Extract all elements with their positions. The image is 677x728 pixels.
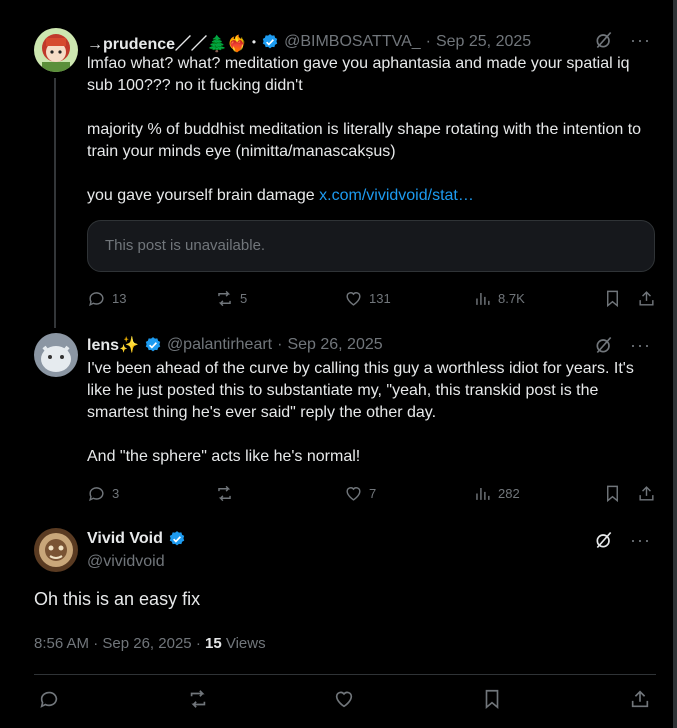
- post-date[interactable]: Sep 25, 2025: [436, 33, 531, 51]
- reply-icon: [89, 486, 104, 501]
- date-separator: ·: [277, 336, 283, 353]
- views-separator: ·: [195, 635, 201, 652]
- verified-badge-icon: [169, 531, 185, 546]
- post-date[interactable]: Sep 26, 2025: [287, 336, 382, 354]
- reply-post-lens[interactable]: lens✨ @palantirheart · Sep 26, 2025 ··· …: [0, 320, 673, 520]
- date-separator: ·: [425, 33, 431, 50]
- like-button[interactable]: 7: [344, 482, 376, 504]
- post-body: lmfao what? what? meditation gave you ap…: [87, 53, 657, 207]
- avatar-vividvoid[interactable]: [34, 528, 78, 572]
- user-handle[interactable]: @BIMBOSATTVA_: [284, 33, 421, 51]
- post-meta: 8:56 AM · Sep 26, 2025 · 15 Views: [34, 635, 266, 652]
- more-icon[interactable]: ···: [630, 31, 651, 49]
- views-count: 8.7K: [498, 290, 525, 306]
- main-post-text: Oh this is an easy fix: [34, 589, 201, 609]
- thread-line: [54, 78, 56, 328]
- action-bar: 3 7 282: [87, 482, 657, 504]
- post-link[interactable]: x.com/vividvoid/stat…: [319, 187, 474, 204]
- divider: [34, 674, 656, 675]
- grok-icon[interactable]: [594, 30, 614, 50]
- reply-icon: [89, 291, 104, 306]
- grok-icon[interactable]: [594, 530, 614, 550]
- views-icon: [476, 292, 490, 305]
- reply-icon[interactable]: [38, 688, 60, 710]
- post-header: →prudence／／🌲❤️‍🔥 • @BIMBOSATTVA_ · Sep 2…: [87, 30, 531, 54]
- post-top-icons: ···: [594, 30, 651, 50]
- post-body: I've been ahead of the curve by calling …: [87, 358, 657, 468]
- main-post-name-row: Vivid Void: [87, 530, 186, 548]
- post-header: lens✨ @palantirheart · Sep 26, 2025: [87, 335, 383, 355]
- post-paragraph-last: you gave yourself brain damage x.com/viv…: [87, 185, 657, 207]
- share-button[interactable]: [637, 482, 656, 504]
- display-name[interactable]: lens✨: [87, 335, 139, 355]
- bookmark-icon[interactable]: [481, 688, 503, 710]
- like-button[interactable]: 131: [344, 287, 391, 309]
- post-text: you gave yourself brain damage: [87, 187, 320, 204]
- avatar-prudence[interactable]: [34, 28, 78, 72]
- quoted-post-unavailable: This post is unavailable.: [87, 220, 655, 272]
- share-icon: [639, 290, 654, 306]
- like-count: 131: [369, 290, 391, 306]
- user-handle[interactable]: @palantirheart: [167, 336, 272, 354]
- avatar-lens[interactable]: [34, 333, 78, 377]
- share-button[interactable]: [637, 287, 656, 309]
- like-icon: [346, 486, 361, 501]
- main-action-bar: [34, 688, 656, 714]
- reply-count: 3: [112, 485, 120, 501]
- display-name[interactable]: →prudence／／🌲❤️‍🔥: [87, 30, 247, 54]
- bookmark-icon: [607, 485, 618, 502]
- bookmark-icon: [607, 290, 618, 307]
- verified-badge-icon: [145, 337, 161, 352]
- more-icon[interactable]: ···: [630, 531, 651, 549]
- bookmark-button[interactable]: [603, 287, 622, 309]
- views-icon: [476, 487, 490, 500]
- share-icon: [639, 485, 654, 501]
- post-paragraph: lmfao what? what? meditation gave you ap…: [87, 55, 630, 94]
- like-icon[interactable]: [333, 688, 355, 710]
- views-count: 282: [498, 485, 520, 501]
- more-icon[interactable]: ···: [630, 336, 651, 354]
- reply-button[interactable]: 3: [87, 482, 119, 504]
- like-icon: [346, 291, 361, 306]
- reply-count: 13: [112, 290, 127, 306]
- like-count: 7: [369, 485, 377, 501]
- post-top-icons: ···: [594, 530, 651, 550]
- repost-icon[interactable]: [187, 688, 209, 710]
- share-icon[interactable]: [629, 688, 651, 710]
- quote-unavailable-text: This post is unavailable.: [105, 237, 266, 254]
- action-bar: 13 5 131 8.7K: [87, 287, 657, 309]
- user-handle[interactable]: @vividvoid: [87, 553, 165, 571]
- views-count: 15: [204, 635, 222, 652]
- post-paragraph: I've been ahead of the curve by calling …: [87, 360, 634, 421]
- repost-icon: [218, 290, 231, 306]
- post-paragraph: And "the sphere" acts like he's normal!: [87, 448, 361, 465]
- bookmark-button[interactable]: [603, 482, 622, 504]
- repost-button[interactable]: [215, 482, 240, 504]
- repost-button[interactable]: 5: [215, 287, 247, 309]
- post-paragraph: majority % of buddhist meditation is lit…: [87, 121, 642, 160]
- repost-count: 5: [240, 290, 248, 306]
- repost-icon: [218, 485, 231, 501]
- name-separator: •: [251, 35, 257, 49]
- verified-badge-icon: [262, 34, 278, 49]
- views-label: Views: [225, 635, 266, 652]
- post-top-icons: ···: [594, 335, 651, 355]
- views-button[interactable]: 282: [473, 482, 520, 504]
- frame-edge: [673, 0, 677, 728]
- post-date[interactable]: Sep 26, 2025: [102, 635, 191, 652]
- display-name[interactable]: Vivid Void: [87, 530, 163, 548]
- reply-post-prudence[interactable]: →prudence／／🌲❤️‍🔥 • @BIMBOSATTVA_ · Sep 2…: [0, 0, 673, 328]
- views-button[interactable]: 8.7K: [473, 287, 525, 309]
- grok-icon[interactable]: [594, 335, 614, 355]
- date-separator: ·: [93, 635, 99, 652]
- reply-button[interactable]: 13: [87, 287, 126, 309]
- post-time[interactable]: 8:56 AM: [34, 635, 89, 652]
